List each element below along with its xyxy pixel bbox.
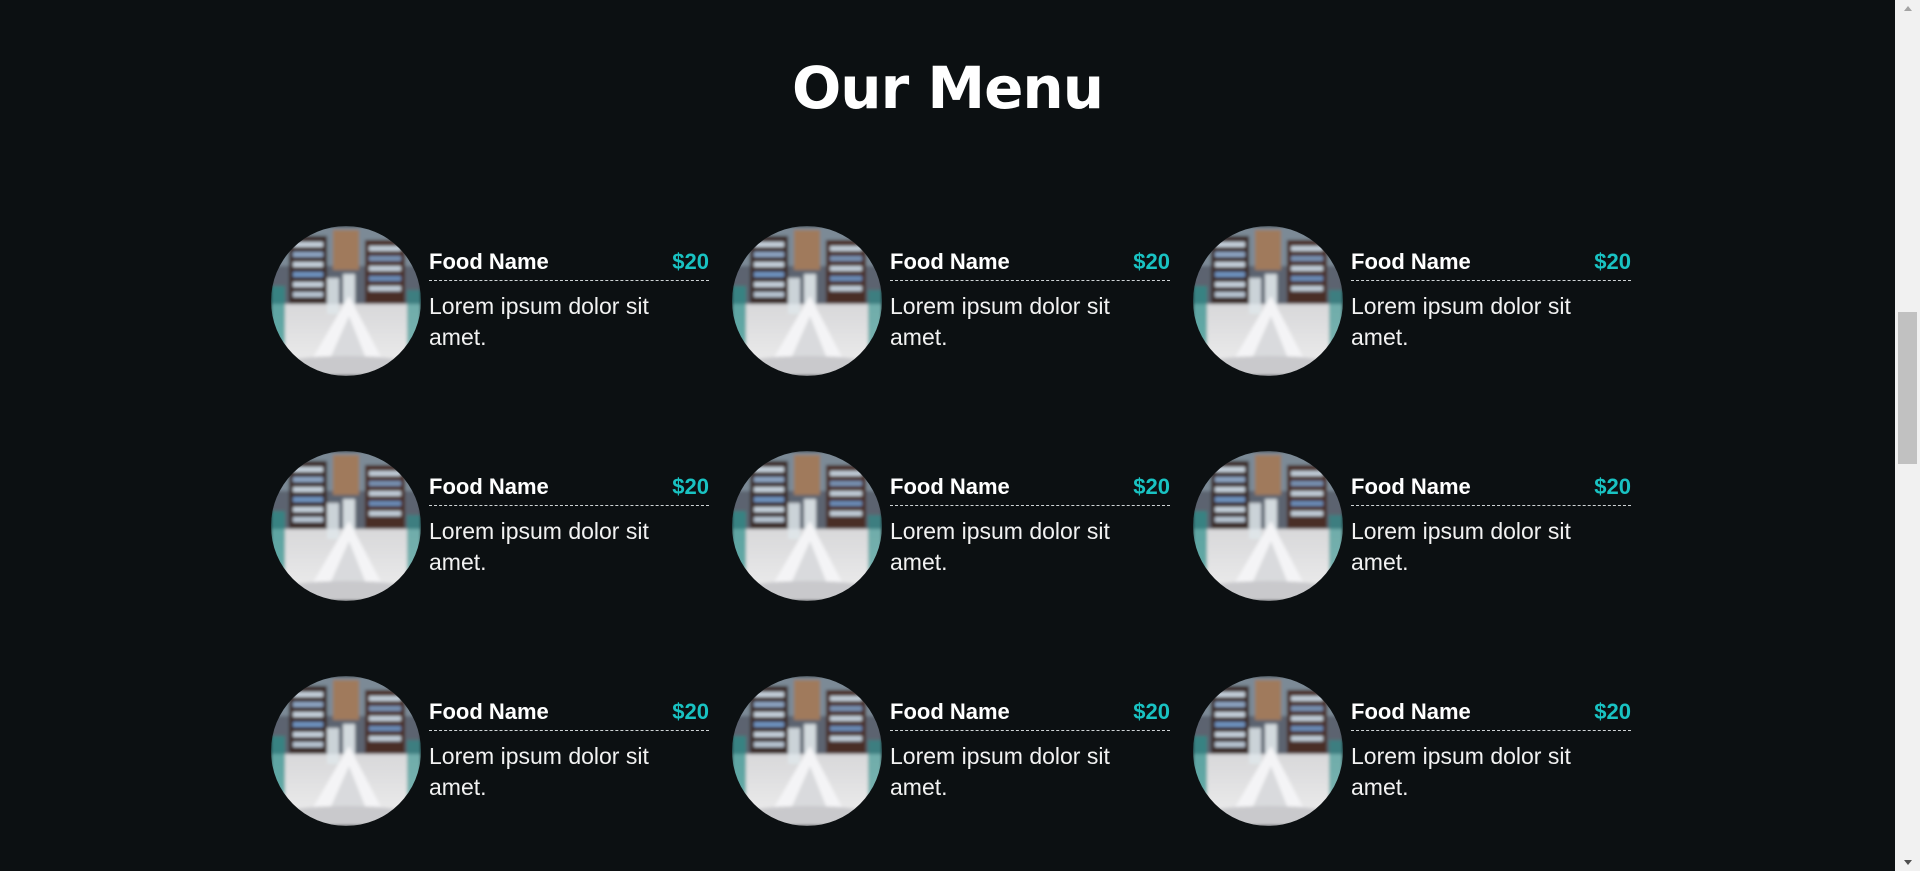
vertical-scrollbar[interactable]	[1895, 0, 1920, 871]
menu-item-header: Food Name $20	[890, 473, 1170, 506]
food-image	[271, 676, 421, 826]
food-price: $20	[1133, 699, 1170, 724]
menu-item-header: Food Name $20	[1351, 473, 1631, 506]
menu-grid: Food Name $20 Lorem ipsum dolor sit amet…	[271, 226, 1631, 871]
food-price: $20	[1133, 474, 1170, 499]
section-title: Our Menu	[791, 54, 1104, 122]
scroll-down-button[interactable]	[1895, 854, 1920, 871]
menu-item-header: Food Name $20	[1351, 698, 1631, 731]
menu-item-info: Food Name $20 Lorem ipsum dolor sit amet…	[429, 676, 709, 803]
food-name: Food Name	[429, 699, 549, 724]
food-description: Lorem ipsum dolor sit amet.	[1351, 293, 1571, 350]
menu-item[interactable]: Food Name $20 Lorem ipsum dolor sit amet…	[271, 676, 709, 826]
menu-item[interactable]: Food Name $20 Lorem ipsum dolor sit amet…	[271, 226, 709, 376]
menu-item-info: Food Name $20 Lorem ipsum dolor sit amet…	[429, 226, 709, 353]
scroll-up-button[interactable]	[1895, 0, 1920, 17]
food-name: Food Name	[890, 699, 1010, 724]
menu-item-info: Food Name $20 Lorem ipsum dolor sit amet…	[890, 676, 1170, 803]
food-description: Lorem ipsum dolor sit amet.	[1351, 518, 1571, 575]
food-image	[1193, 226, 1343, 376]
menu-item[interactable]: Food Name $20 Lorem ipsum dolor sit amet…	[1193, 226, 1631, 376]
food-description: Lorem ipsum dolor sit amet.	[890, 293, 1110, 350]
food-price: $20	[1594, 249, 1631, 274]
food-image	[271, 226, 421, 376]
menu-item-header: Food Name $20	[429, 248, 709, 281]
food-description: Lorem ipsum dolor sit amet.	[1351, 743, 1571, 800]
menu-item-info: Food Name $20 Lorem ipsum dolor sit amet…	[890, 451, 1170, 578]
chevron-down-icon	[1903, 860, 1912, 865]
menu-item-info: Food Name $20 Lorem ipsum dolor sit amet…	[1351, 676, 1631, 803]
menu-item-header: Food Name $20	[429, 473, 709, 506]
scrollbar-thumb[interactable]	[1898, 312, 1917, 464]
food-price: $20	[1594, 474, 1631, 499]
menu-item-header: Food Name $20	[890, 698, 1170, 731]
menu-item[interactable]: Food Name $20 Lorem ipsum dolor sit amet…	[732, 676, 1170, 826]
food-name: Food Name	[1351, 249, 1471, 274]
menu-item-info: Food Name $20 Lorem ipsum dolor sit amet…	[1351, 226, 1631, 353]
menu-item[interactable]: Food Name $20 Lorem ipsum dolor sit amet…	[732, 226, 1170, 376]
food-image	[1193, 676, 1343, 826]
food-description: Lorem ipsum dolor sit amet.	[429, 293, 649, 350]
food-name: Food Name	[429, 474, 549, 499]
page: Our Menu Food Name $20 Lorem ipsum dolor…	[0, 0, 1920, 871]
food-image	[732, 451, 882, 601]
menu-item-info: Food Name $20 Lorem ipsum dolor sit amet…	[890, 226, 1170, 353]
food-price: $20	[1133, 249, 1170, 274]
food-image	[1193, 451, 1343, 601]
menu-item[interactable]: Food Name $20 Lorem ipsum dolor sit amet…	[1193, 676, 1631, 826]
menu-item-header: Food Name $20	[1351, 248, 1631, 281]
food-name: Food Name	[890, 474, 1010, 499]
food-description: Lorem ipsum dolor sit amet.	[890, 743, 1110, 800]
food-name: Food Name	[890, 249, 1010, 274]
food-name: Food Name	[1351, 699, 1471, 724]
food-description: Lorem ipsum dolor sit amet.	[429, 743, 649, 800]
chevron-up-icon	[1903, 6, 1912, 11]
food-price: $20	[672, 249, 709, 274]
food-price: $20	[672, 699, 709, 724]
food-name: Food Name	[429, 249, 549, 274]
menu-item-header: Food Name $20	[429, 698, 709, 731]
menu-item-info: Food Name $20 Lorem ipsum dolor sit amet…	[429, 451, 709, 578]
food-description: Lorem ipsum dolor sit amet.	[429, 518, 649, 575]
food-name: Food Name	[1351, 474, 1471, 499]
food-image	[732, 226, 882, 376]
menu-item[interactable]: Food Name $20 Lorem ipsum dolor sit amet…	[271, 451, 709, 601]
menu-item-info: Food Name $20 Lorem ipsum dolor sit amet…	[1351, 451, 1631, 578]
food-description: Lorem ipsum dolor sit amet.	[890, 518, 1110, 575]
food-image	[732, 676, 882, 826]
food-price: $20	[672, 474, 709, 499]
food-price: $20	[1594, 699, 1631, 724]
menu-section: Our Menu Food Name $20 Lorem ipsum dolor…	[0, 0, 1895, 871]
food-image	[271, 451, 421, 601]
menu-item-header: Food Name $20	[890, 248, 1170, 281]
menu-item[interactable]: Food Name $20 Lorem ipsum dolor sit amet…	[732, 451, 1170, 601]
menu-item[interactable]: Food Name $20 Lorem ipsum dolor sit amet…	[1193, 451, 1631, 601]
